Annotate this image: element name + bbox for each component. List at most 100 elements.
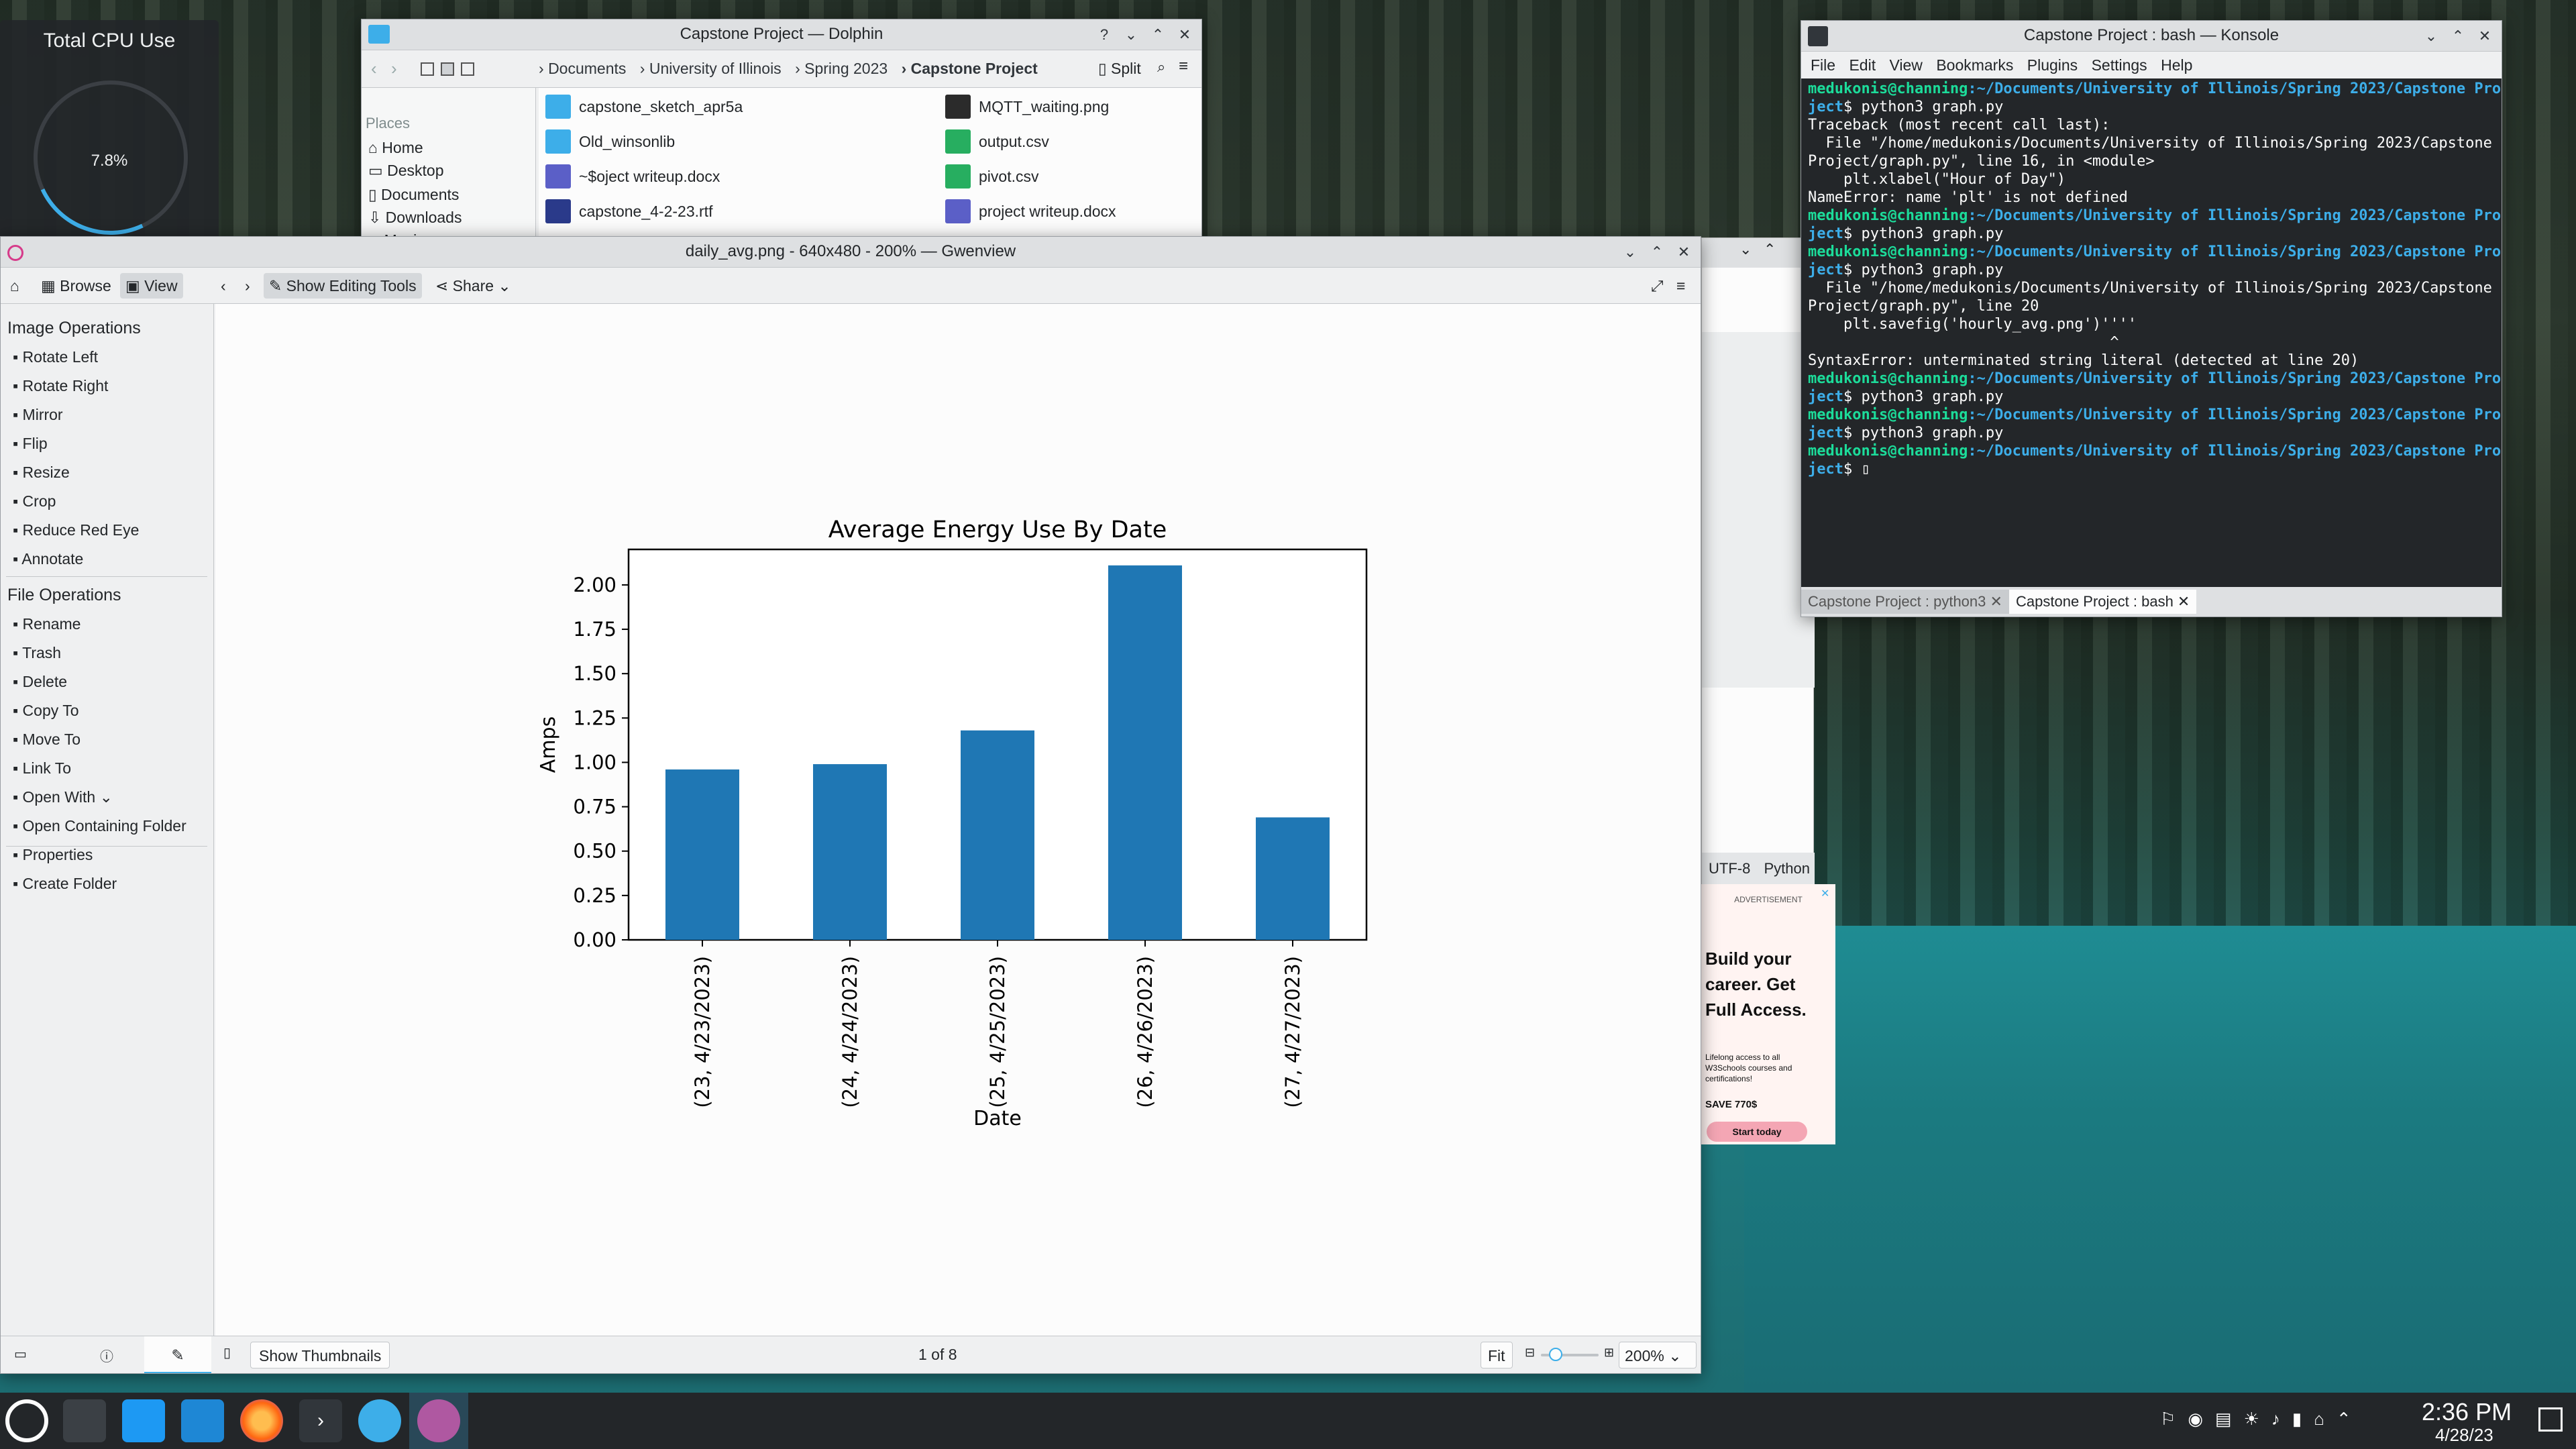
volume-icon[interactable]: ♪ bbox=[2271, 1409, 2292, 1429]
next-icon[interactable]: › bbox=[239, 273, 256, 299]
sidebar-tab-operations[interactable]: ✎ bbox=[144, 1336, 211, 1373]
system-settings-icon[interactable] bbox=[63, 1399, 106, 1442]
tab-bash[interactable]: Capstone Project : bash ✕ bbox=[2009, 590, 2197, 614]
ad-cta-button[interactable]: Start today bbox=[1707, 1122, 1807, 1142]
op-crop[interactable]: ▪ Crop bbox=[13, 492, 56, 511]
browse-button[interactable]: ▦ Browse bbox=[36, 273, 117, 299]
breadcrumb-item-spring[interactable]: › Spring 2023 bbox=[795, 60, 888, 77]
op-rotate-left[interactable]: ▪ Rotate Left bbox=[13, 348, 98, 366]
zoom-out-icon[interactable]: ⊟ bbox=[1525, 1346, 1535, 1360]
places-item-documents[interactable]: ▯ Documents bbox=[368, 186, 459, 204]
previous-icon[interactable]: ‹ bbox=[215, 273, 231, 299]
menu-settings[interactable]: Settings bbox=[2092, 56, 2147, 74]
menu-file[interactable]: File bbox=[1811, 56, 1835, 74]
terminal-output[interactable]: medukonis@channing:~/Documents/Universit… bbox=[1801, 78, 2501, 602]
op-delete[interactable]: ▪ Delete bbox=[13, 673, 67, 691]
ad-close-icon[interactable]: ✕ bbox=[1821, 887, 1829, 900]
split-button[interactable]: ▯ Split bbox=[1098, 60, 1141, 78]
op-copy-to[interactable]: ▪ Copy To bbox=[13, 702, 79, 720]
file-item[interactable]: capstone_4-2-23.rtf bbox=[541, 197, 712, 226]
places-item-desktop[interactable]: ▭ Desktop bbox=[368, 162, 444, 180]
menu-view[interactable]: View bbox=[1889, 56, 1922, 74]
op-create-folder[interactable]: ▪ Create Folder bbox=[13, 875, 117, 893]
fit-button[interactable]: Fit bbox=[1481, 1342, 1513, 1368]
file-item[interactable]: MQTT_waiting.png bbox=[941, 92, 1109, 121]
weather-icon[interactable]: ☀ bbox=[2244, 1409, 2271, 1429]
share-button[interactable]: ⋖ Share ⌄ bbox=[430, 273, 517, 299]
minimize-icon[interactable]: ⌄ bbox=[1619, 241, 1642, 264]
menu-plugins[interactable]: Plugins bbox=[2027, 56, 2078, 74]
clock-time[interactable]: 2:36 PM bbox=[2422, 1398, 2512, 1426]
toggle-sidebar-icon[interactable]: ▯ bbox=[223, 1344, 231, 1361]
back-icon[interactable]: ‹ bbox=[371, 58, 377, 79]
file-item[interactable]: ~$oject writeup.docx bbox=[541, 162, 720, 191]
view-button[interactable]: ▣ View bbox=[120, 273, 183, 299]
show-thumbnails-button[interactable]: Show Thumbnails bbox=[250, 1342, 390, 1368]
op-link-to[interactable]: ▪ Link To bbox=[13, 759, 71, 777]
language-label[interactable]: Python bbox=[1764, 860, 1810, 877]
op-mirror[interactable]: ▪ Mirror bbox=[13, 406, 63, 424]
battery-icon[interactable]: ▮ bbox=[2292, 1409, 2314, 1429]
maximize-icon[interactable]: ⌃ bbox=[1146, 23, 1169, 46]
op-open-containing-folder[interactable]: ▪ Open Containing Folder bbox=[13, 817, 186, 835]
forward-icon[interactable]: › bbox=[391, 58, 397, 79]
home-icon[interactable]: ⌂ bbox=[5, 273, 25, 299]
places-item-downloads[interactable]: ⇩ Downloads bbox=[368, 209, 462, 227]
fullscreen-icon[interactable]: ⤢ bbox=[1646, 273, 1668, 299]
clipboard-icon[interactable]: ▤ bbox=[2215, 1409, 2244, 1429]
tab-python3[interactable]: Capstone Project : python3 ✕ bbox=[1801, 590, 2009, 614]
tray-expand-icon[interactable]: ⌃ bbox=[2337, 1409, 2363, 1429]
clock-date[interactable]: 4/28/23 bbox=[2435, 1425, 2493, 1446]
dolphin-titlebar[interactable]: Capstone Project — Dolphin ? ⌄ ⌃ ✕ bbox=[362, 19, 1201, 50]
file-item[interactable]: project writeup.docx bbox=[941, 197, 1116, 226]
op-open-with[interactable]: ▪ Open With ⌄ bbox=[13, 788, 113, 806]
zoom-in-icon[interactable]: ⊞ bbox=[1604, 1346, 1614, 1360]
details-view-icon[interactable] bbox=[461, 62, 474, 76]
network-icon[interactable]: ⌂ bbox=[2314, 1409, 2337, 1429]
notifications-icon[interactable]: ⚐ bbox=[2160, 1409, 2188, 1429]
minimize-icon[interactable]: ⌄ bbox=[2420, 25, 2443, 48]
maximize-icon[interactable]: ⌃ bbox=[2447, 25, 2469, 48]
zoom-combo[interactable]: 200% ⌄ bbox=[1619, 1342, 1697, 1368]
file-item[interactable]: Old_winsonlib bbox=[541, 127, 675, 156]
menu-bookmarks[interactable]: Bookmarks bbox=[1936, 56, 2013, 74]
minimize-icon[interactable]: ⌄ bbox=[1120, 23, 1142, 46]
editor-maximize-icon[interactable]: ⌃ bbox=[1764, 241, 1776, 258]
encoding-label[interactable]: UTF-8 bbox=[1709, 860, 1750, 877]
maximize-icon[interactable]: ⌃ bbox=[1646, 241, 1668, 264]
compact-view-icon[interactable] bbox=[441, 62, 454, 76]
hamburger-menu-icon[interactable]: ≡ bbox=[1671, 273, 1690, 299]
help-icon[interactable]: ? bbox=[1093, 23, 1116, 46]
op-flip[interactable]: ▪ Flip bbox=[13, 435, 48, 453]
op-properties[interactable]: ▪ Properties bbox=[13, 846, 93, 864]
op-reduce-red-eye[interactable]: ▪ Reduce Red Eye bbox=[13, 521, 139, 539]
op-rotate-right[interactable]: ▪ Rotate Right bbox=[13, 377, 108, 395]
breadcrumb-item-capstone[interactable]: › Capstone Project bbox=[902, 60, 1038, 77]
dolphin-task-icon[interactable] bbox=[181, 1399, 224, 1442]
kdevelop-icon[interactable] bbox=[358, 1399, 401, 1442]
close-icon[interactable]: ✕ bbox=[1173, 23, 1196, 46]
show-desktop-icon[interactable] bbox=[2538, 1407, 2563, 1432]
sidebar-tab-info[interactable]: ⓘ bbox=[100, 1346, 113, 1365]
op-rename[interactable]: ▪ Rename bbox=[13, 615, 80, 633]
file-item[interactable]: pivot.csv bbox=[941, 162, 1038, 191]
menu-icon[interactable]: ≡ bbox=[1179, 57, 1188, 76]
file-item[interactable]: output.csv bbox=[941, 127, 1049, 156]
op-trash[interactable]: ▪ Trash bbox=[13, 644, 61, 662]
close-icon[interactable]: ✕ bbox=[2473, 25, 2496, 48]
discover-store-icon[interactable] bbox=[122, 1399, 165, 1442]
sidebar-tab-folders[interactable]: ▭ bbox=[14, 1346, 27, 1362]
zoom-slider-handle[interactable] bbox=[1549, 1348, 1562, 1361]
close-icon[interactable]: ✕ bbox=[1672, 241, 1695, 264]
application-launcher-icon[interactable] bbox=[5, 1399, 48, 1442]
updates-icon[interactable]: ◉ bbox=[2188, 1409, 2215, 1429]
search-icon[interactable]: ⌕ bbox=[1157, 58, 1165, 76]
editor-minimize-icon[interactable]: ⌄ bbox=[1739, 241, 1752, 258]
menu-edit[interactable]: Edit bbox=[1849, 56, 1876, 74]
op-move-to[interactable]: ▪ Move To bbox=[13, 731, 80, 749]
image-canvas[interactable]: Average Energy Use By Date 0.00 0.25 0.50 0.… bbox=[215, 304, 1701, 1336]
icons-view-icon[interactable] bbox=[421, 62, 434, 76]
editing-tools-button[interactable]: ✎ Show Editing Tools bbox=[264, 273, 422, 299]
menu-help[interactable]: Help bbox=[2161, 56, 2192, 74]
op-annotate[interactable]: ▪ Annotate bbox=[13, 550, 83, 568]
